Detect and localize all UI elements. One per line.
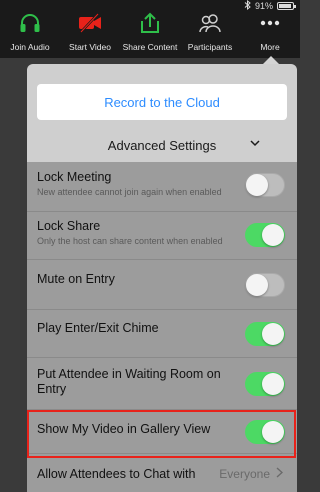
waiting-room-toggle[interactable] xyxy=(245,372,285,396)
settings-list: Lock Meeting New attendee cannot join ag… xyxy=(27,162,297,492)
advanced-settings-label: Advanced Settings xyxy=(107,137,217,153)
top-toolbar: 91% Join Audio Start Video Share Content… xyxy=(0,0,300,58)
setting-waiting-room: Put Attendee in Waiting Room on Entry xyxy=(27,358,297,410)
join-audio-button[interactable]: Join Audio xyxy=(0,12,60,56)
participants-icon xyxy=(198,12,222,39)
chat-with-value-text: Everyone xyxy=(219,467,270,481)
setting-title: Put Attendee in Waiting Room on Entry xyxy=(37,367,221,396)
play-chime-toggle[interactable] xyxy=(245,322,285,346)
more-icon xyxy=(258,12,282,39)
headphones-icon xyxy=(18,12,42,39)
share-icon xyxy=(138,12,162,39)
participants-label: Participants xyxy=(187,42,233,52)
more-menu-panel: Record to the Cloud Advanced Settings Lo… xyxy=(27,64,297,492)
setting-chat-with[interactable]: Allow Attendees to Chat with Everyone xyxy=(27,454,297,492)
start-video-button[interactable]: Start Video xyxy=(60,12,120,56)
chat-with-value: Everyone xyxy=(219,467,284,481)
status-bar: 91% xyxy=(244,0,296,12)
join-audio-label: Join Audio xyxy=(10,42,50,52)
start-video-label: Start Video xyxy=(69,42,111,52)
video-off-icon xyxy=(78,12,102,39)
participants-button[interactable]: Participants xyxy=(180,12,240,56)
chevron-down-icon xyxy=(249,137,261,152)
lock-share-toggle[interactable] xyxy=(245,223,285,247)
lock-meeting-toggle[interactable] xyxy=(245,173,285,197)
bluetooth-icon xyxy=(244,0,251,12)
setting-lock-meeting: Lock Meeting New attendee cannot join ag… xyxy=(27,162,297,212)
show-video-gallery-toggle[interactable] xyxy=(245,420,285,444)
record-to-cloud-button[interactable]: Record to the Cloud xyxy=(37,84,287,120)
share-content-label: Share Content xyxy=(122,42,178,52)
mute-on-entry-toggle[interactable] xyxy=(245,273,285,297)
more-button[interactable]: More xyxy=(240,12,300,56)
battery-icon xyxy=(277,2,296,10)
setting-mute-on-entry: Mute on Entry xyxy=(27,260,297,310)
battery-percent: 91% xyxy=(254,1,273,11)
more-label: More xyxy=(260,42,280,52)
chevron-right-icon xyxy=(276,467,284,481)
setting-lock-share: Lock Share Only the host can share conte… xyxy=(27,212,297,260)
setting-play-chime: Play Enter/Exit Chime xyxy=(27,310,297,358)
setting-show-video-gallery: Show My Video in Gallery View xyxy=(27,410,297,454)
advanced-settings-header[interactable]: Advanced Settings xyxy=(27,128,297,162)
share-content-button[interactable]: Share Content xyxy=(120,12,180,56)
